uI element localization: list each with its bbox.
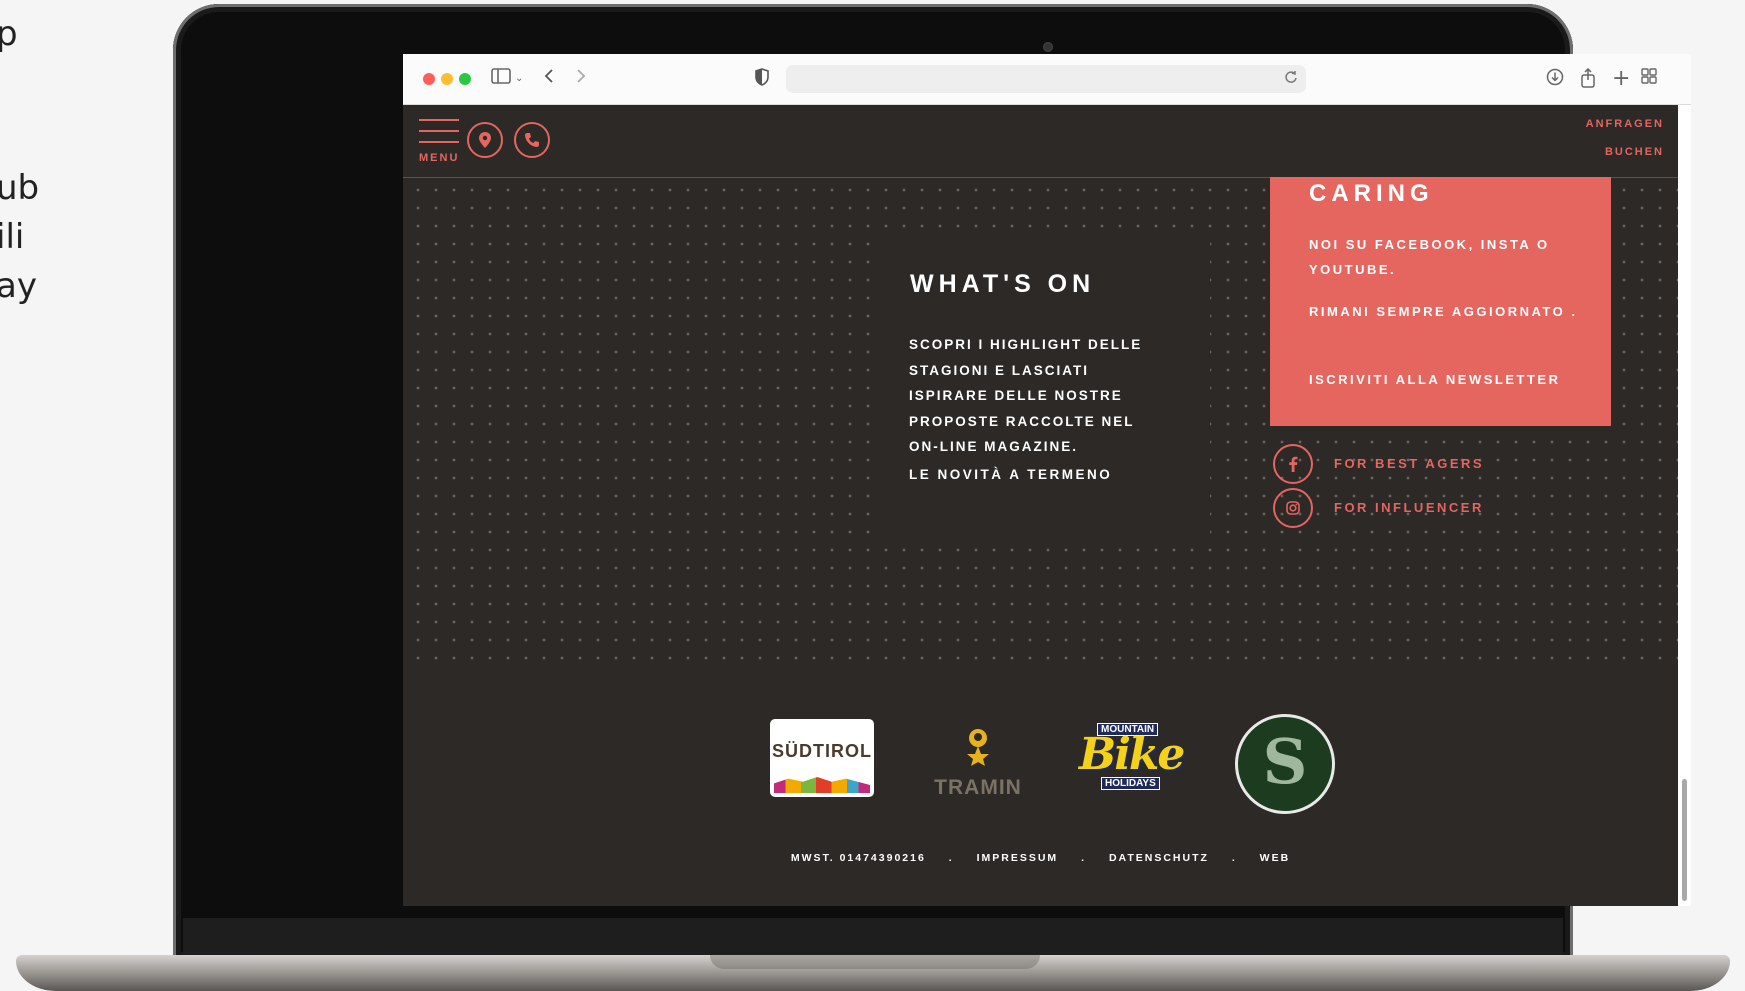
website: MENU ANFRAGEN BUCHEN WHAT'S ON SCOPRI I … bbox=[403, 105, 1678, 906]
screen: ⌄ + MENU ANFRAGEN BUCHEN WHAT'S ON SCOPR… bbox=[403, 54, 1691, 906]
side-text-line: ub bbox=[0, 168, 40, 208]
social-label: FOR BEST AGERS bbox=[1334, 456, 1485, 471]
suedtirol-logo-text: SÜDTIROL bbox=[772, 741, 872, 761]
close-window-button[interactable] bbox=[423, 73, 435, 85]
url-bar[interactable] bbox=[786, 65, 1306, 93]
phone-icon bbox=[525, 133, 539, 147]
impressum-link[interactable]: IMPRESSUM bbox=[977, 852, 1059, 864]
menu-label[interactable]: MENU bbox=[419, 152, 459, 164]
share-icon[interactable] bbox=[1580, 67, 1596, 94]
newsletter-link[interactable]: ISCRIVITI ALLA NEWSLETTER bbox=[1309, 367, 1599, 392]
datenschutz-link[interactable]: DATENSCHUTZ bbox=[1109, 852, 1209, 864]
side-text-line: p bbox=[0, 14, 18, 54]
site-footer: SÜDTIROL TRAMIN MOUNTAIN Bike HOLIDAYS S… bbox=[403, 666, 1678, 906]
caring-card: CARING NOI SU FACEBOOK, INSTA O YOUTUBE.… bbox=[1270, 177, 1611, 426]
chevron-left-icon[interactable] bbox=[543, 68, 555, 90]
site-header: MENU ANFRAGEN BUCHEN bbox=[403, 105, 1678, 178]
stay-updated-text: RIMANI SEMPRE AGGIORNATO . bbox=[1309, 304, 1578, 319]
instagram-icon bbox=[1273, 488, 1313, 528]
reload-icon[interactable] bbox=[1284, 69, 1298, 90]
footer-separator: . bbox=[1081, 852, 1087, 864]
whats-on-title: WHAT'S ON bbox=[910, 270, 1096, 298]
mountain-bike-holidays-logo[interactable]: MOUNTAIN Bike HOLIDAYS bbox=[1071, 721, 1185, 791]
buchen-link[interactable]: BUCHEN bbox=[1605, 146, 1664, 158]
side-text-line: ili bbox=[0, 217, 25, 257]
laptop-bezel-bottom bbox=[183, 918, 1563, 958]
bike-logo-bottom: HOLIDAYS bbox=[1101, 777, 1160, 790]
seal-letter: S bbox=[1262, 725, 1308, 798]
tramin-logo-text: TRAMIN bbox=[934, 776, 1022, 799]
location-button[interactable] bbox=[467, 122, 503, 158]
footer-separator: . bbox=[948, 852, 954, 864]
facebook-icon bbox=[1273, 444, 1313, 484]
social-text: NOI SU FACEBOOK, INSTA O YOUTUBE. bbox=[1309, 237, 1550, 277]
phone-button[interactable] bbox=[514, 122, 550, 158]
footer-links: MWST. 01474390216 . IMPRESSUM . DATENSCH… bbox=[403, 852, 1678, 864]
whats-on-text: SCOPRI I HIGHLIGHT DELLE STAGIONI E LASC… bbox=[909, 337, 1143, 454]
shield-icon[interactable] bbox=[755, 68, 769, 86]
camera-icon bbox=[1043, 42, 1053, 52]
tramin-star-icon bbox=[967, 729, 989, 766]
zoom-window-button[interactable] bbox=[459, 73, 471, 85]
whats-on-card: WHAT'S ON SCOPRI I HIGHLIGHT DELLE STAGI… bbox=[870, 240, 1210, 546]
browser-toolbar: ⌄ + bbox=[403, 54, 1691, 105]
web-link[interactable]: WEB bbox=[1260, 852, 1291, 864]
minimize-window-button[interactable] bbox=[441, 73, 453, 85]
magazine-link[interactable]: LE NOVITÀ A TERMENO bbox=[909, 467, 1112, 482]
caring-title: CARING bbox=[1309, 180, 1434, 207]
chevron-right-icon[interactable] bbox=[575, 68, 587, 90]
bike-logo-main: Bike bbox=[1079, 729, 1185, 780]
side-text-fragment: p ub ili ay bbox=[0, 0, 60, 340]
tab-overview-icon[interactable] bbox=[1641, 68, 1657, 90]
scrollbar-thumb[interactable] bbox=[1682, 779, 1687, 901]
chevron-down-icon[interactable]: ⌄ bbox=[515, 68, 523, 90]
sidebar-icon[interactable] bbox=[491, 68, 511, 90]
laptop-notch bbox=[710, 955, 1040, 969]
sustainability-seal-logo[interactable]: S bbox=[1235, 714, 1335, 814]
social-label: FOR INFLUENCER bbox=[1334, 500, 1484, 515]
map-pin-icon bbox=[479, 132, 491, 148]
footer-separator: . bbox=[1231, 852, 1237, 864]
tramin-logo[interactable]: TRAMIN bbox=[933, 729, 1023, 799]
anfragen-link[interactable]: ANFRAGEN bbox=[1586, 118, 1664, 130]
plus-icon[interactable]: + bbox=[1612, 68, 1630, 90]
laptop-frame: ⌄ + MENU ANFRAGEN BUCHEN WHAT'S ON SCOPR… bbox=[173, 4, 1691, 960]
download-icon[interactable] bbox=[1546, 68, 1564, 92]
suedtirol-logo[interactable]: SÜDTIROL bbox=[770, 719, 874, 797]
scrollbar[interactable] bbox=[1678, 105, 1691, 906]
vat-number: MWST. 01474390216 bbox=[790, 852, 926, 864]
side-text-line: ay bbox=[0, 266, 37, 306]
suedtirol-logo-bars bbox=[774, 777, 870, 793]
